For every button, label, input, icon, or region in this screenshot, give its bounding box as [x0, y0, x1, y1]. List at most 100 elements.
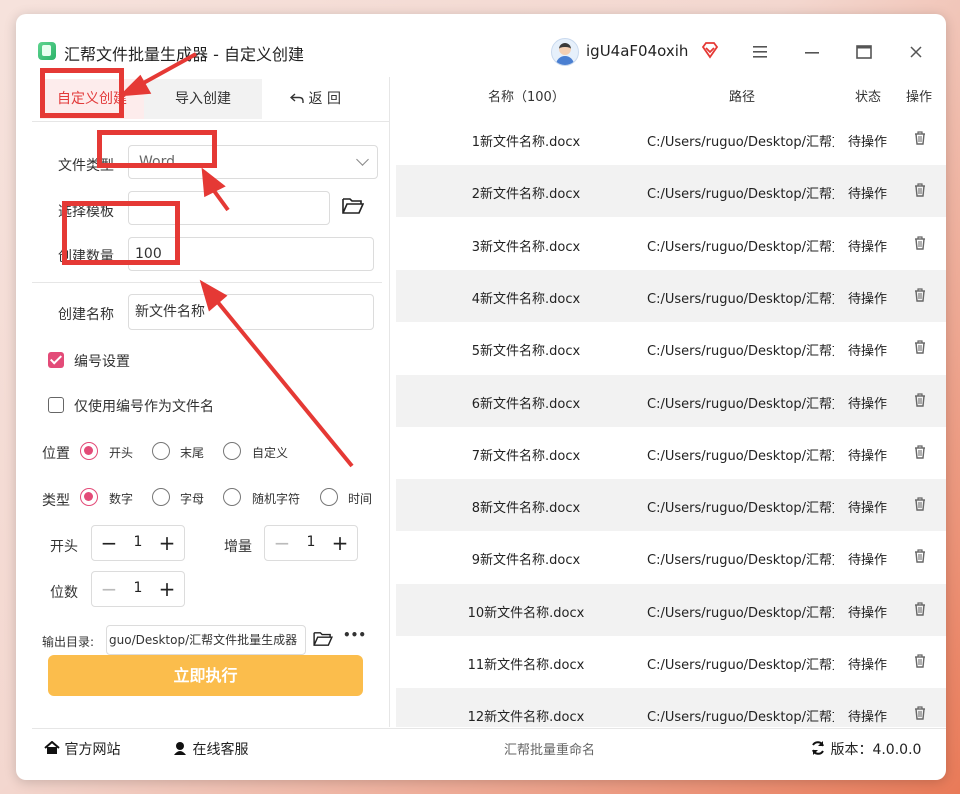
trash-icon[interactable] [914, 706, 926, 720]
increment-stepper: − 1 + [264, 525, 358, 561]
file-name-cell: 11新文件名称.docx [467, 658, 585, 673]
table-row[interactable]: 9新文件名称.docx C:/Users/ruguo/Desktop/汇帮文 待操作 [396, 531, 946, 583]
table-row[interactable]: 11新文件名称.docx C:/Users/ruguo/Desktop/汇帮文 待操… [396, 636, 946, 688]
position-option-end: 末尾 [180, 446, 205, 460]
settings-panel: 自定义创建 导入创建 返 回 文件类型 Word 选择模板 创建数量 100 创… [32, 77, 390, 727]
template-input[interactable] [128, 191, 330, 225]
table-row[interactable]: 12新文件名称.docx C:/Users/ruguo/Desktop/汇帮文 待操… [396, 688, 946, 727]
table-row[interactable]: 3新文件名称.docx C:/Users/ruguo/Desktop/汇帮文 待操作 [396, 218, 946, 270]
table-row[interactable]: 8新文件名称.docx C:/Users/ruguo/Desktop/汇帮文 待操作 [396, 479, 946, 532]
increment-label: 增量 [224, 539, 252, 555]
position-radio-end[interactable] [152, 442, 170, 460]
status-cell: 待操作 [848, 448, 888, 464]
trash-icon[interactable] [914, 392, 926, 407]
support-link[interactable]: 在线客服 [172, 739, 248, 759]
version-info[interactable]: 版本：4.0.0.0 [810, 739, 921, 759]
start-value[interactable]: 1 [128, 534, 148, 550]
file-path-cell: C:/Users/ruguo/Desktop/汇帮文 [647, 135, 834, 150]
avatar-icon[interactable] [551, 38, 579, 66]
table-row[interactable]: 1新文件名称.docx C:/Users/ruguo/Desktop/汇帮文 待操作 [396, 113, 946, 165]
template-label: 选择模板 [58, 204, 114, 220]
increment-increment-button[interactable]: + [329, 532, 351, 554]
trash-icon[interactable] [914, 183, 926, 197]
username[interactable]: igU4aF04oxih [586, 42, 688, 60]
trash-icon[interactable] [914, 288, 926, 302]
type-label: 类型 [42, 493, 70, 509]
position-option-start: 开头 [109, 446, 134, 460]
table-row[interactable]: 7新文件名称.docx C:/Users/ruguo/Desktop/汇帮文 待操作 [396, 427, 946, 479]
tab-custom-create[interactable]: 自定义创建 [40, 79, 144, 119]
trash-icon[interactable] [914, 235, 926, 250]
position-radio-start[interactable] [80, 442, 98, 460]
support-label: 在线客服 [192, 742, 249, 758]
close-icon[interactable] [904, 40, 928, 64]
file-type-value: Word [139, 154, 175, 170]
numbering-label: 编号设置 [74, 354, 130, 370]
file-name-cell: 3新文件名称.docx [471, 239, 581, 255]
digits-value[interactable]: 1 [128, 580, 148, 596]
file-type-select[interactable]: Word [128, 145, 378, 179]
type-radio-time[interactable] [320, 488, 338, 506]
vip-diamond-icon[interactable] [700, 40, 720, 60]
start-stepper: − 1 + [91, 525, 185, 561]
type-radio-number[interactable] [80, 488, 98, 506]
file-path-cell: C:/Users/ruguo/Desktop/汇帮文 [647, 448, 834, 464]
increment-value[interactable]: 1 [301, 534, 321, 550]
maximize-icon[interactable] [852, 40, 876, 64]
table-row[interactable]: 4新文件名称.docx C:/Users/ruguo/Desktop/汇帮文 待操作 [396, 269, 946, 322]
more-options-button[interactable]: ••• [343, 628, 366, 642]
increment-decrement-button[interactable]: − [271, 532, 293, 554]
type-radio-letter[interactable] [152, 488, 170, 506]
output-folder-icon[interactable] [313, 631, 333, 647]
trash-icon[interactable] [914, 654, 926, 668]
file-name-cell: 1新文件名称.docx [471, 135, 581, 150]
menu-icon[interactable] [748, 40, 772, 64]
digits-increment-button[interactable]: + [156, 578, 178, 600]
trash-icon[interactable] [914, 602, 926, 616]
status-cell: 待操作 [848, 239, 888, 255]
file-path-cell: C:/Users/ruguo/Desktop/汇帮文 [647, 396, 834, 412]
minimize-icon[interactable] [800, 40, 824, 64]
status-cell: 待操作 [848, 344, 888, 360]
folder-open-icon[interactable] [342, 197, 364, 215]
table-row[interactable]: 2新文件名称.docx C:/Users/ruguo/Desktop/汇帮文 待操作 [396, 165, 946, 218]
rename-tool-label: 汇帮批量重命名 [504, 743, 596, 758]
table-row[interactable]: 10新文件名称.docx C:/Users/ruguo/Desktop/汇帮文 待操… [396, 583, 946, 636]
start-decrement-button[interactable]: − [98, 532, 120, 554]
table-row[interactable]: 6新文件名称.docx C:/Users/ruguo/Desktop/汇帮文 待操作 [396, 374, 946, 427]
column-status-header: 状态 [855, 90, 882, 105]
table-row[interactable]: 5新文件名称.docx C:/Users/ruguo/Desktop/汇帮文 待操作 [396, 322, 946, 374]
file-name-cell: 4新文件名称.docx [471, 291, 581, 307]
status-cell: 待操作 [848, 135, 888, 150]
type-option-number: 数字 [109, 492, 134, 506]
file-type-label: 文件类型 [58, 158, 114, 174]
only-number-checkbox[interactable] [48, 397, 64, 413]
file-name-cell: 10新文件名称.docx [467, 605, 585, 621]
numbering-checkbox[interactable] [48, 352, 64, 368]
trash-icon[interactable] [914, 340, 926, 354]
run-button[interactable]: 立即执行 [48, 655, 363, 696]
file-name-cell: 9新文件名称.docx [471, 553, 581, 569]
only-number-label: 仅使用编号作为文件名 [74, 399, 214, 415]
website-label: 官方网站 [64, 742, 121, 758]
headset-icon [174, 742, 186, 755]
trash-icon[interactable] [914, 497, 926, 511]
start-increment-button[interactable]: + [156, 532, 178, 554]
digits-decrement-button[interactable]: − [98, 578, 120, 600]
position-radio-custom[interactable] [223, 442, 241, 460]
file-name-cell: 12新文件名称.docx [467, 710, 585, 726]
column-name-header: 名称（100） [488, 90, 565, 105]
trash-icon[interactable] [914, 445, 926, 459]
trash-icon[interactable] [914, 549, 926, 564]
status-cell: 待操作 [848, 553, 888, 569]
back-button[interactable]: 返 回 [278, 79, 353, 119]
output-path-input[interactable]: guo/Desktop/汇帮文件批量生成器 [106, 625, 306, 655]
name-input[interactable]: 新文件名称 [128, 294, 374, 330]
trash-icon[interactable] [914, 131, 926, 145]
count-input[interactable]: 100 [128, 237, 374, 271]
file-path-cell: C:/Users/ruguo/Desktop/汇帮文 [647, 344, 834, 360]
type-radio-random[interactable] [223, 488, 241, 506]
tab-import-create[interactable]: 导入创建 [144, 79, 262, 119]
website-link[interactable]: 官方网站 [44, 739, 120, 759]
app-icon [38, 42, 56, 60]
